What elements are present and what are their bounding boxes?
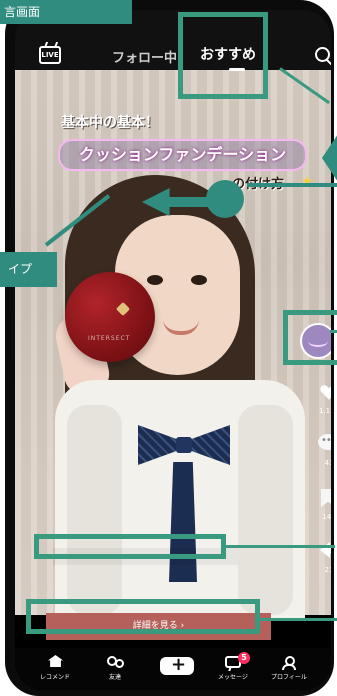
uniform-vest-left — [67, 405, 122, 615]
video-title-line1: 基本中の基本！ — [61, 115, 159, 131]
nav-profile-label: プロフィール — [271, 674, 307, 681]
search-icon[interactable] — [315, 47, 330, 62]
annotation-box-detail — [26, 599, 260, 634]
tab-following[interactable]: フォロー中 — [112, 47, 177, 66]
nav-messages[interactable]: 5 メッセージ — [203, 648, 263, 690]
swipe-dot-icon — [206, 180, 244, 218]
compact-brand: INTERSECT — [88, 335, 131, 342]
annotation-box-caption — [34, 534, 226, 559]
annotation-line-mid — [247, 183, 337, 187]
annotation-line-avatar — [330, 330, 337, 333]
video-title-line2: クッションファンデーション — [58, 139, 307, 171]
nav-friends-label: 友達 — [108, 674, 121, 681]
left-eye — [147, 275, 163, 285]
nav-friends[interactable]: 友達 — [85, 648, 145, 690]
nav-home-label: レコメンド — [39, 674, 70, 681]
bottom-navigation: レコメンド 友達 5 メッセージ プロフィール — [15, 648, 331, 690]
live-label: LIVE — [41, 51, 59, 59]
cushion-compact — [65, 272, 155, 362]
nav-messages-label: メッセージ — [218, 674, 248, 681]
profile-icon — [282, 656, 296, 670]
annotation-box-avatar — [283, 310, 337, 365]
annotation-line-detail — [258, 618, 337, 621]
comment-icon[interactable] — [318, 434, 331, 450]
annotation-label-left: イプ — [0, 252, 57, 287]
uniform-vest-right — [238, 405, 293, 615]
annotation-label-top: 言画面 — [0, 0, 132, 24]
share-count: 21 — [324, 566, 331, 574]
friends-icon — [107, 656, 124, 668]
save-count: 149 — [322, 513, 331, 521]
sparkle-icon: ★ — [301, 174, 314, 190]
nav-create[interactable] — [147, 648, 207, 690]
like-count: 1,111 — [318, 407, 331, 415]
comment-count: 43 — [324, 459, 331, 467]
nav-profile[interactable]: プロフィール — [259, 648, 319, 690]
message-badge: 5 — [238, 652, 250, 664]
ribbon-knot — [176, 437, 192, 453]
annotation-box-tab — [178, 12, 268, 99]
right-eye — [191, 275, 207, 285]
plus-icon — [156, 654, 194, 675]
phone-screen: INTERSECT 基本中の基本！ クッションファンデーション の付け方 ★ 詳… — [0, 0, 337, 696]
live-icon[interactable]: LIVE — [39, 46, 61, 64]
home-icon — [48, 655, 63, 667]
nav-home[interactable]: レコメンド — [25, 648, 85, 690]
heart-icon[interactable] — [320, 384, 331, 401]
annotation-line-caption — [225, 545, 335, 548]
